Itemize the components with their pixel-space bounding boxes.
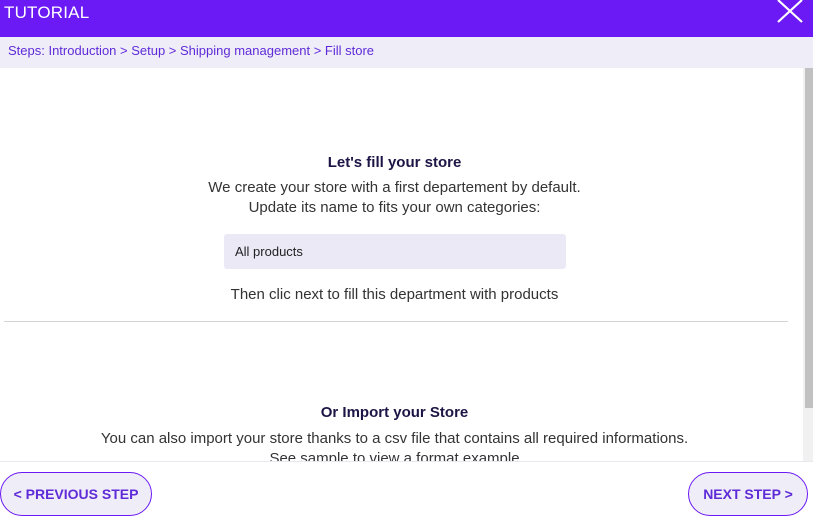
tutorial-footer: < PREVIOUS STEP NEXT STEP > (0, 461, 813, 520)
tutorial-title: TUTORIAL (4, 3, 90, 22)
next-step-button[interactable]: NEXT STEP > (688, 472, 808, 516)
previous-step-button[interactable]: < PREVIOUS STEP (0, 472, 152, 516)
import-store-heading: Or Import your Store (320, 404, 469, 421)
content-scrollbar[interactable] (803, 68, 813, 461)
breadcrumb-text: Steps: Introduction > Setup > Shipping m… (8, 43, 375, 58)
import-store-line2: See sample to view a format example (269, 450, 520, 461)
department-name-input[interactable] (224, 234, 566, 269)
fill-store-heading: Let's fill your store (327, 154, 462, 171)
breadcrumb: Steps: Introduction > Setup > Shipping m… (0, 37, 813, 68)
fill-store-next-hint: Then clic next to fill this department w… (230, 286, 559, 303)
close-icon[interactable] (776, 0, 804, 24)
tutorial-header: TUTORIAL (0, 0, 813, 37)
tutorial-content: Let's fill your store We create your sto… (0, 68, 803, 461)
section-divider (4, 321, 788, 322)
fill-store-line1: We create your store with a first depart… (208, 179, 581, 196)
fill-store-line2: Update its name to fits your own categor… (248, 199, 541, 216)
scrollbar-thumb[interactable] (805, 68, 813, 408)
import-store-line1: You can also import your store thanks to… (100, 430, 689, 447)
